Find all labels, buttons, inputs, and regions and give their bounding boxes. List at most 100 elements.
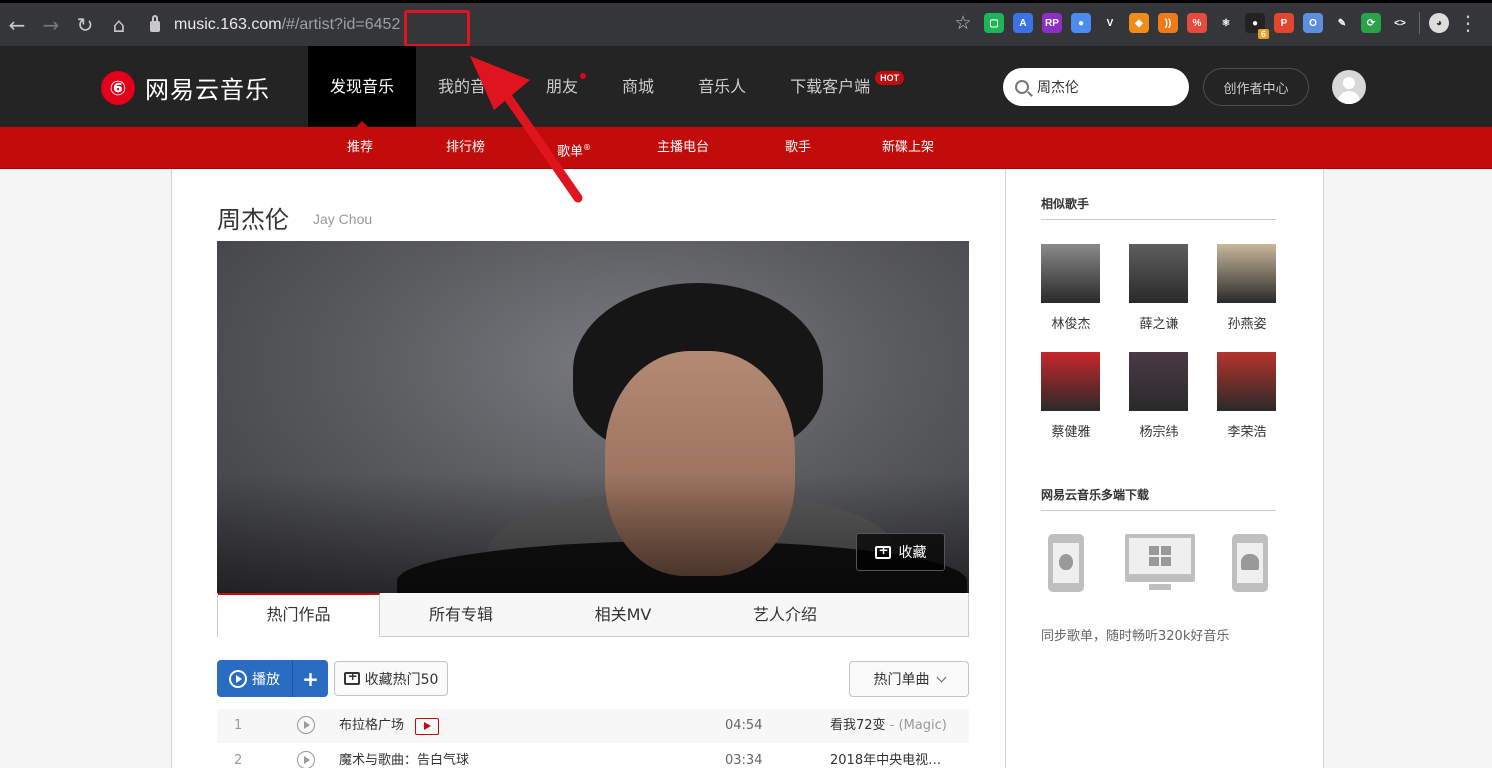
singer-name[interactable]: 薛之谦: [1129, 313, 1189, 332]
o-ext-icon[interactable]: O: [1303, 13, 1323, 33]
play-icon: [229, 669, 247, 688]
rss-ext-icon[interactable]: )): [1158, 13, 1178, 33]
lock-icon: [150, 15, 160, 32]
netease-logo-icon: ⑥: [101, 70, 135, 105]
badge-ext-icon[interactable]: ● 6: [1245, 13, 1269, 39]
song-album[interactable]: 看我72变 - (Magic): [830, 709, 947, 743]
site-header: ⑥ 网易云音乐 发现音乐 我的音乐 朋友 商城 音乐人 下载客户端 HOT 周杰伦…: [0, 46, 1492, 127]
song-title[interactable]: 魔术与歌曲：告白气球: [339, 744, 469, 768]
hot-badge: HOT: [875, 71, 905, 85]
creator-center-button[interactable]: 创作者中心: [1203, 68, 1309, 106]
windows-icon: [1149, 546, 1171, 566]
singer-avatar[interactable]: [1129, 244, 1188, 303]
ios-download-icon[interactable]: [1048, 534, 1084, 592]
subnav-recommend[interactable]: 推荐: [347, 127, 373, 168]
play-circle-icon[interactable]: [297, 751, 315, 768]
similar-singer[interactable]: 林俊杰: [1041, 244, 1101, 332]
singer-avatar[interactable]: [1041, 352, 1100, 411]
tab-hot-works[interactable]: 热门作品: [218, 593, 380, 637]
pc-download-icon[interactable]: [1125, 534, 1195, 590]
sub-nav: 推荐 排行榜 歌单® 主播电台 歌手 新碟上架: [0, 127, 1492, 169]
blue-circle-ext-icon[interactable]: ●: [1071, 13, 1091, 33]
mascot-ext-icon[interactable]: ◆: [1129, 13, 1149, 33]
home-icon[interactable]: ⌂: [102, 13, 136, 37]
artist-name: 周杰伦: [217, 206, 289, 234]
collect-hot50-button[interactable]: 收藏热门50: [334, 661, 448, 696]
rp-ext-icon[interactable]: RP: [1042, 13, 1062, 33]
mv-icon[interactable]: [415, 718, 439, 735]
similar-singer[interactable]: 薛之谦: [1129, 244, 1189, 332]
sidebar-divider: [1005, 169, 1006, 768]
artist-name-en: Jay Chou: [313, 211, 373, 227]
browser-toolbar: ← → ↻ ⌂ music.163.com/#/artist?id=6452 ☆…: [0, 0, 1492, 46]
sort-dropdown[interactable]: 热门单曲: [849, 661, 969, 697]
similar-singer[interactable]: 蔡健雅: [1041, 352, 1101, 440]
square-ext-icon[interactable]: ▢: [984, 13, 1004, 33]
subnav-artists[interactable]: 歌手: [785, 127, 811, 168]
singer-name[interactable]: 蔡健雅: [1041, 421, 1101, 440]
v-ext-icon[interactable]: V: [1100, 13, 1120, 33]
singer-name[interactable]: 林俊杰: [1041, 313, 1101, 332]
avatar[interactable]: [1332, 70, 1366, 104]
singer-name[interactable]: 孙燕姿: [1217, 313, 1277, 332]
reload-icon[interactable]: ↻: [68, 13, 102, 37]
refresh-ext-icon[interactable]: ⟳: [1361, 13, 1381, 33]
nav-download[interactable]: 下载客户端 HOT: [768, 46, 905, 127]
nav-musician[interactable]: 音乐人: [676, 46, 768, 127]
nav-store[interactable]: 商城: [600, 46, 676, 127]
android-download-icon[interactable]: [1232, 534, 1268, 592]
nav-discover[interactable]: 发现音乐: [308, 46, 417, 127]
singer-avatar[interactable]: [1217, 244, 1276, 303]
subnav-charts[interactable]: 排行榜: [446, 127, 485, 168]
android-icon: [1241, 554, 1259, 570]
extension-badge: 6: [1257, 29, 1269, 39]
singer-avatar[interactable]: [1041, 244, 1100, 303]
main-nav: 发现音乐 我的音乐 朋友 商城 音乐人 下载客户端 HOT: [308, 46, 905, 127]
song-number: 2: [234, 753, 243, 768]
add-to-queue-button[interactable]: +: [293, 660, 328, 697]
bookmark-star-icon[interactable]: ☆: [951, 12, 975, 34]
play-button[interactable]: 播放: [217, 660, 293, 697]
tab-intro[interactable]: 艺人介绍: [704, 593, 866, 637]
similar-singer[interactable]: 杨宗纬: [1129, 352, 1189, 440]
song-title[interactable]: 布拉格广场: [339, 709, 404, 743]
subnav-new-albums[interactable]: 新碟上架: [882, 127, 934, 168]
profile-icon[interactable]: ◕: [1429, 13, 1449, 33]
song-duration: 04:54: [725, 718, 763, 733]
more-menu-icon[interactable]: ⋮: [1458, 11, 1478, 35]
subnav-radio[interactable]: 主播电台: [657, 127, 709, 168]
collect-artist-button[interactable]: 收藏: [856, 533, 945, 571]
subnav-playlists[interactable]: 歌单®: [557, 127, 591, 168]
percent-ext-icon[interactable]: %: [1187, 13, 1207, 33]
nav-friends[interactable]: 朋友: [524, 46, 600, 127]
react-ext-icon[interactable]: ⚛: [1216, 13, 1236, 33]
singer-avatar[interactable]: [1217, 352, 1276, 411]
search-icon: [1015, 80, 1029, 94]
singer-avatar[interactable]: [1129, 352, 1188, 411]
tab-albums[interactable]: 所有专辑: [380, 593, 542, 637]
song-row[interactable]: 1 布拉格广场 04:54 看我72变 - (Magic): [217, 709, 969, 743]
tab-mv[interactable]: 相关MV: [542, 593, 704, 637]
translate-ext-icon[interactable]: A: [1013, 13, 1033, 33]
forward-icon[interactable]: →: [34, 13, 68, 37]
folder-add-icon: [874, 543, 891, 559]
code-ext-icon[interactable]: <>: [1390, 13, 1410, 33]
feather-ext-icon[interactable]: ✎: [1332, 13, 1352, 33]
back-icon[interactable]: ←: [0, 13, 34, 37]
nav-my-music[interactable]: 我的音乐: [416, 46, 524, 127]
site-logo[interactable]: ⑥ 网易云音乐: [101, 70, 270, 105]
song-row[interactable]: 2 魔术与歌曲：告白气球 03:34 2018年中央电视…: [217, 744, 969, 768]
p-ext-icon[interactable]: P: [1274, 13, 1294, 33]
search-value: 周杰伦: [1037, 80, 1079, 96]
artist-tabs: 热门作品 所有专辑 相关MV 艺人介绍: [217, 593, 969, 637]
play-circle-icon[interactable]: [297, 716, 315, 734]
similar-singer[interactable]: 李荣浩: [1217, 352, 1277, 440]
song-album[interactable]: 2018年中央电视…: [830, 744, 941, 768]
search-input[interactable]: 周杰伦: [1003, 68, 1189, 106]
address-bar[interactable]: music.163.com/#/artist?id=6452: [150, 10, 400, 40]
singer-name[interactable]: 李荣浩: [1217, 421, 1277, 440]
similar-singer[interactable]: 孙燕姿: [1217, 244, 1277, 332]
singer-name[interactable]: 杨宗纬: [1129, 421, 1189, 440]
notification-dot: [580, 73, 587, 79]
divider: [1041, 219, 1276, 220]
